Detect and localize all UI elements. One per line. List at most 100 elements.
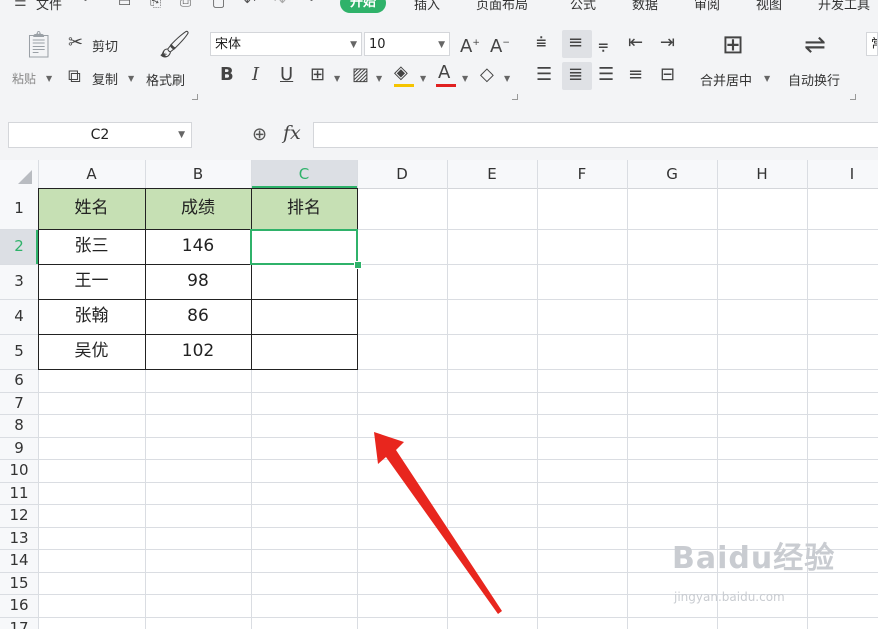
format-painter-button[interactable]: 格式刷 [146,70,185,89]
format-painter-icon[interactable]: 🖌︎ [158,32,191,58]
number-format-select[interactable]: 常 [866,32,878,56]
undo-icon[interactable]: ↶ [244,0,256,10]
file-menu[interactable]: 文件 [36,0,62,13]
row-header-14[interactable]: 14 [0,549,38,572]
cell-a4[interactable]: 张翰 [38,299,145,334]
align-center-icon[interactable]: ≣ [568,66,583,84]
row-header-12[interactable]: 12 [0,504,38,527]
cut-button[interactable]: 剪切 [92,36,118,55]
justify-icon[interactable]: ≡ [628,66,643,84]
cell-a2[interactable]: 张三 [38,229,145,264]
column-header-e[interactable]: E [447,160,537,188]
decrease-indent-icon[interactable]: ⇤ [628,34,643,52]
cell-a3[interactable]: 王一 [38,264,145,299]
column-header-g[interactable]: G [627,160,717,188]
insert-function-button[interactable]: fx [283,122,301,144]
cell-c3[interactable] [251,264,357,299]
group-expand-icon[interactable] [192,94,198,100]
merge-center-icon[interactable]: ⊞ [722,32,744,58]
chevron-down-icon[interactable]: ▼ [376,74,382,83]
tab-data[interactable]: 数据 [632,0,658,13]
increase-font-icon[interactable]: A+ [460,34,480,56]
decrease-font-icon[interactable]: A− [490,34,510,56]
cell-b1[interactable]: 成绩 [145,188,251,229]
row-header-9[interactable]: 9 [0,437,38,459]
print-icon[interactable]: ⎙ [180,0,191,10]
chevron-down-icon[interactable]: ﹀ [80,0,91,10]
cell-b5[interactable]: 102 [145,334,251,369]
redo-icon[interactable]: ↷ [274,0,286,10]
wrap-text-icon[interactable]: ⇌ [804,32,826,58]
align-right-icon[interactable]: ☰ [598,66,614,84]
paste-icon[interactable]: 📋︎ [22,32,55,58]
copy-button[interactable]: 复制 [92,69,118,88]
column-header-c[interactable]: C [251,160,357,188]
cell-a5[interactable]: 吴优 [38,334,145,369]
menu-icon[interactable]: ☰ [14,0,27,10]
row-header-4[interactable]: 4 [0,299,38,334]
font-size-select[interactable]: 10 ▼ [364,32,450,56]
font-color-icon[interactable]: A [438,64,450,82]
row-header-7[interactable]: 7 [0,392,38,414]
chevron-down-icon[interactable]: ▼ [46,74,52,83]
fill-pattern-icon[interactable]: ▨ [352,66,369,84]
underline-button[interactable]: U [280,66,293,84]
cell-c5[interactable] [251,334,357,369]
increase-indent-icon[interactable]: ⇥ [660,34,675,52]
italic-button[interactable]: I [252,66,259,84]
row-header-17[interactable]: 17 [0,617,38,629]
row-header-13[interactable]: 13 [0,527,38,549]
row-header-5[interactable]: 5 [0,334,38,369]
chevron-down-icon[interactable]: ▼ [462,74,468,83]
tab-insert[interactable]: 插入 [414,0,440,13]
align-middle-icon[interactable]: ≡ [568,34,583,52]
chevron-down-icon[interactable]: ▼ [420,74,426,83]
row-header-11[interactable]: 11 [0,482,38,504]
chevron-down-icon[interactable]: ▼ [504,74,510,83]
borders-icon[interactable]: ⊞ [310,66,325,84]
column-header-f[interactable]: F [537,160,627,188]
cell-a1[interactable]: 姓名 [38,188,145,229]
group-expand-icon[interactable] [850,94,856,100]
print-preview-icon[interactable]: ▢ [212,0,225,10]
chevron-down-icon[interactable]: ﹀ [306,0,317,10]
export-icon[interactable]: ⎘ [150,0,161,10]
save-icon[interactable]: ▭ [118,0,131,10]
chevron-down-icon[interactable]: ▼ [764,74,770,83]
column-header-h[interactable]: H [717,160,807,188]
group-expand-icon[interactable] [512,94,518,100]
align-left-icon[interactable]: ☰ [536,66,552,84]
merge-center-button[interactable]: 合并居中 [700,70,752,89]
tab-formulas[interactable]: 公式 [570,0,596,13]
scissors-icon[interactable]: ✂ [68,34,83,52]
row-header-8[interactable]: 8 [0,414,38,437]
cell-c1[interactable]: 排名 [251,188,357,229]
cell-b4[interactable]: 86 [145,299,251,334]
wrap-text-button[interactable]: 自动换行 [788,70,840,89]
align-bottom-icon[interactable]: ⩦ [598,36,609,54]
tab-home[interactable]: 开始 [340,0,387,13]
row-header-16[interactable]: 16 [0,594,38,617]
row-header-10[interactable]: 10 [0,459,38,482]
distributed-icon[interactable]: ⊟ [660,66,675,84]
fill-handle[interactable] [354,261,362,269]
eraser-icon[interactable]: ◇ [480,66,494,84]
name-box[interactable]: C2 ▼ [8,122,192,148]
row-header-1[interactable]: 1 [0,188,38,229]
tab-review[interactable]: 审阅 [694,0,720,13]
paste-button[interactable]: 粘贴 [12,70,36,87]
row-header-6[interactable]: 6 [0,369,38,392]
column-header-a[interactable]: A [38,160,145,188]
zoom-search-icon[interactable]: ⊕ [252,124,267,145]
column-header-b[interactable]: B [145,160,251,188]
chevron-down-icon[interactable]: ▼ [334,74,340,83]
tab-developer[interactable]: 开发工具 [818,0,870,13]
row-header-15[interactable]: 15 [0,572,38,594]
tab-page-layout[interactable]: 页面布局 [476,0,528,13]
cell-b2[interactable]: 146 [145,229,251,264]
select-all-corner[interactable] [18,170,32,184]
chevron-down-icon[interactable]: ▼ [128,74,134,83]
cell-b3[interactable]: 98 [145,264,251,299]
cell-c4[interactable] [251,299,357,334]
formula-input[interactable] [313,122,878,148]
